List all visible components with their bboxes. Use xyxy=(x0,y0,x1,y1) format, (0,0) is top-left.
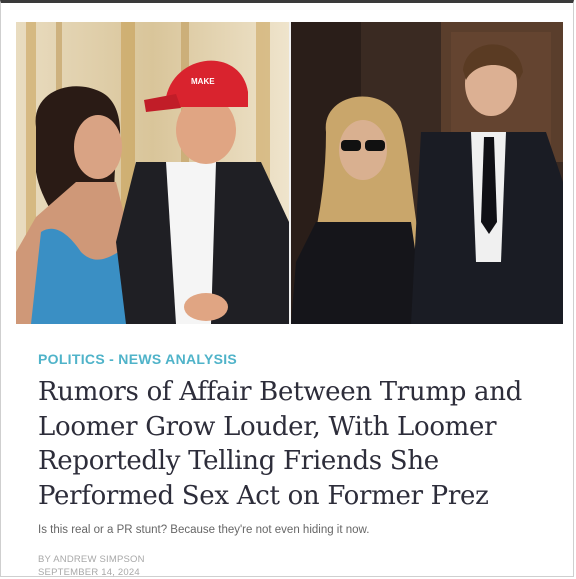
hero-image[interactable]: MAKE xyxy=(16,22,563,324)
article-headline[interactable]: Rumors of Affair Between Trump and Loome… xyxy=(38,375,548,513)
article-category[interactable]: POLITICS - NEWS ANALYSIS xyxy=(38,351,237,367)
hero-photo-right xyxy=(291,22,563,324)
article-meta: BY ANDREW SIMPSON SEPTEMBER 14, 2024 xyxy=(38,553,145,579)
article-card: MAKE POLITICS - NEWS ANALYSIS Rumors of … xyxy=(0,0,574,579)
article-byline: BY ANDREW SIMPSON xyxy=(38,554,145,565)
article-subheadline: Is this real or a PR stunt? Because they… xyxy=(38,524,370,536)
svg-text:MAKE: MAKE xyxy=(191,77,215,86)
hero-photo-left: MAKE xyxy=(16,22,289,324)
article-date: SEPTEMBER 14, 2024 xyxy=(38,567,140,578)
